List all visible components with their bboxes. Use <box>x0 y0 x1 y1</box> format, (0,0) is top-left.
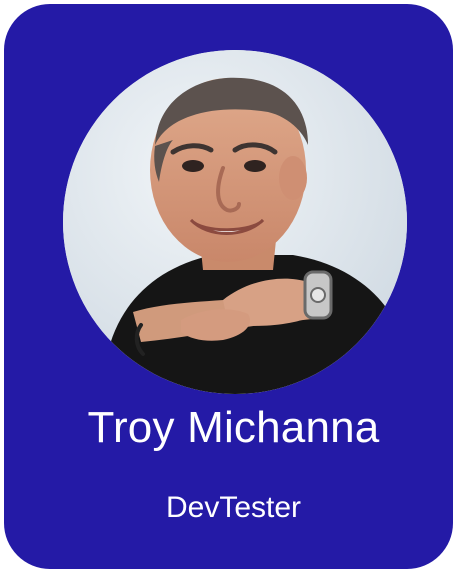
profile-name: Troy Michanna <box>87 403 380 452</box>
avatar <box>63 50 407 394</box>
profile-role: DevTester <box>165 491 302 524</box>
profile-card: Troy Michanna DevTester <box>4 4 453 569</box>
profile-photo <box>63 50 407 394</box>
